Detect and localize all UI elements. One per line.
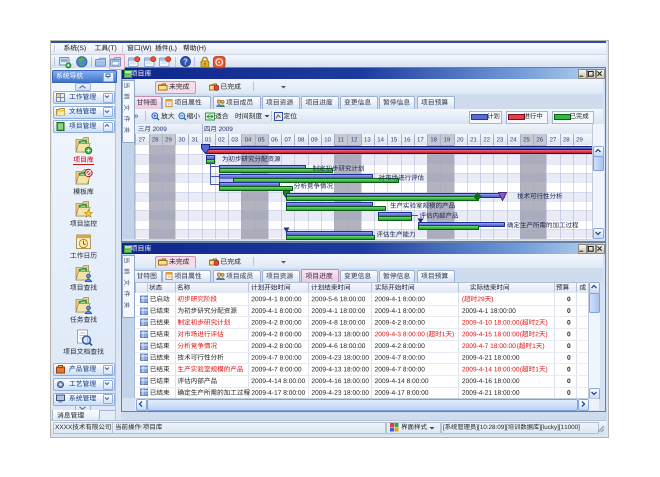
svg-text:?: ?	[183, 57, 188, 66]
